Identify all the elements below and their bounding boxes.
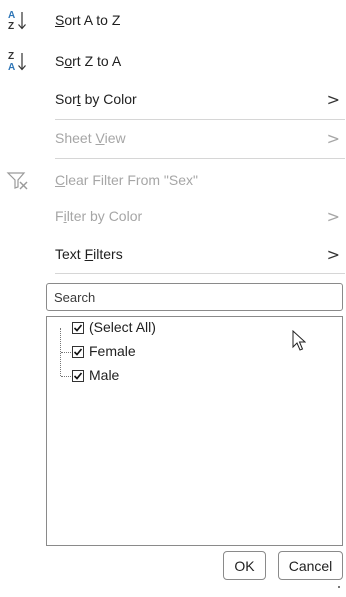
female-checkbox[interactable] (72, 346, 84, 358)
sort-z-to-a-icon: Z A (4, 47, 32, 75)
search-input[interactable]: Search (46, 283, 343, 311)
sort-by-color-label: Sort by Color (55, 91, 137, 107)
sort-a-to-z-item[interactable]: A Z Sort A to Z (0, 2, 346, 38)
chevron-right-icon: > (326, 128, 340, 148)
sort-by-color-item[interactable]: Sort by Color > (0, 81, 346, 117)
svg-text:Z: Z (8, 21, 14, 32)
text-filters-label: Text Filters (55, 246, 123, 262)
sheet-view-label: Sheet View (55, 130, 126, 146)
sheet-view-item: Sheet View > (0, 120, 346, 156)
menu-separator (55, 273, 345, 274)
clear-filter-item: Clear Filter From "Sex" (0, 162, 346, 198)
svg-text:A: A (8, 10, 15, 21)
chevron-right-icon: > (326, 89, 340, 109)
clear-filter-label: Clear Filter From "Sex" (55, 172, 198, 188)
sort-z-to-a-label: Sort Z to A (55, 53, 122, 69)
menu-separator (55, 158, 345, 159)
cancel-button[interactable]: Cancel (278, 551, 343, 580)
male-label: Male (89, 367, 120, 383)
chevron-right-icon: > (326, 244, 340, 264)
filter-by-color-label: Filter by Color (55, 208, 143, 224)
tree-connector (61, 352, 71, 353)
checkmark-icon (73, 324, 83, 332)
clear-filter-icon (4, 166, 32, 194)
ok-button[interactable]: OK (223, 551, 266, 580)
svg-text:A: A (8, 62, 15, 73)
text-filters-item[interactable]: Text Filters > (0, 236, 346, 272)
mouse-cursor-icon (292, 330, 306, 351)
sort-a-to-z-icon: A Z (4, 6, 32, 34)
sort-a-to-z-label: Sort A to Z (55, 12, 121, 28)
resize-grip[interactable] (338, 586, 340, 588)
checkmark-icon (73, 372, 83, 380)
male-checkbox[interactable] (72, 370, 84, 382)
filter-by-color-item: Filter by Color > (0, 198, 346, 234)
tree-connector (61, 376, 71, 377)
chevron-right-icon: > (326, 206, 340, 226)
select-all-label: (Select All) (89, 319, 156, 335)
select-all-checkbox[interactable] (72, 322, 84, 334)
svg-text:Z: Z (8, 51, 14, 62)
filter-dropdown-menu: A Z Sort A to Z Z A Sort Z to A Sort by … (0, 0, 346, 597)
female-label: Female (89, 343, 136, 359)
checkmark-icon (73, 348, 83, 356)
sort-z-to-a-item[interactable]: Z A Sort Z to A (0, 43, 346, 79)
